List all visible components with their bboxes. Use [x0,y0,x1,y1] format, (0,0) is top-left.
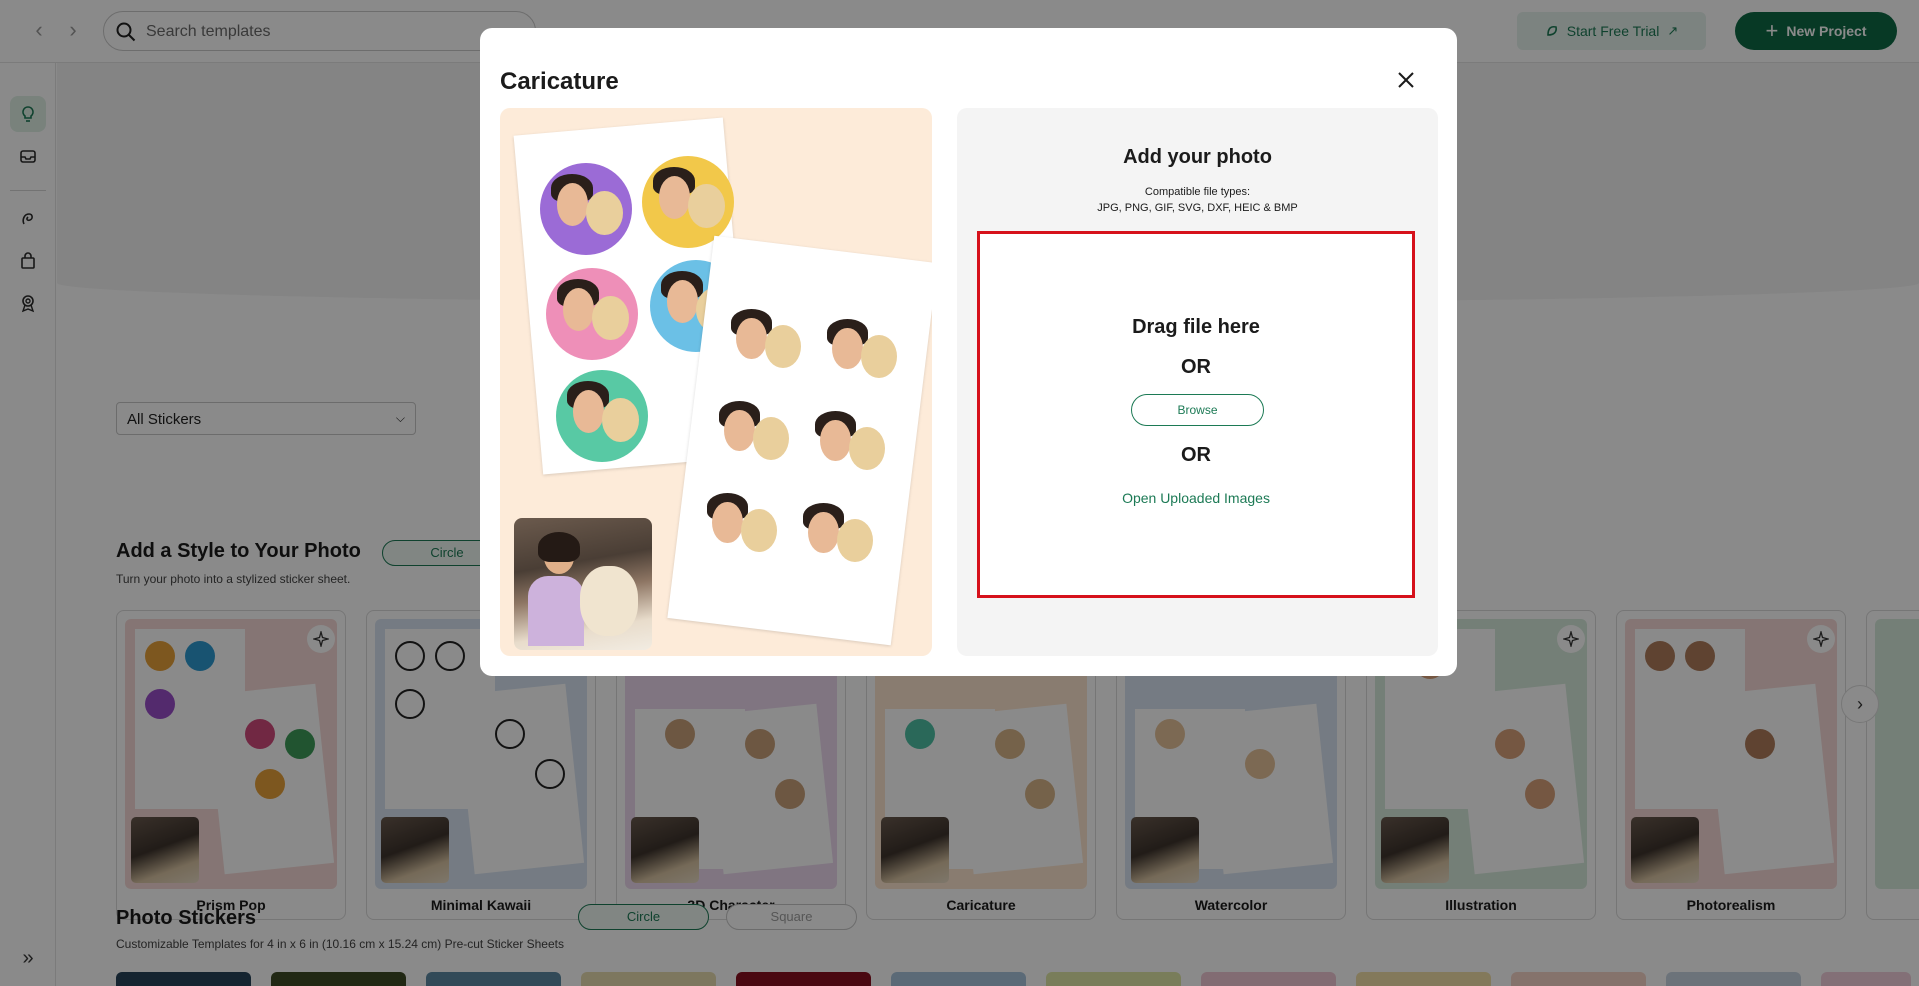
file-dropzone[interactable]: Drag file here OR Browse OR Open Uploade… [977,231,1415,598]
or-divider-text: OR [1181,356,1211,378]
preview-sticker [720,298,810,388]
file-types-list: JPG, PNG, GIF, SVG, DXF, HEIC & BMP [1097,202,1298,214]
open-uploaded-images-link[interactable]: Open Uploaded Images [980,490,1412,506]
original-photo-thumb [514,518,652,650]
or-divider-text: OR [1181,444,1211,466]
preview-sticker [708,390,798,480]
preview-sticker [540,163,632,255]
preview-sticker [556,370,648,462]
browse-button[interactable]: Browse [1131,394,1264,426]
caricature-modal: Caricature Add your photo Compatible fil… [480,28,1457,676]
close-button[interactable] [1390,64,1422,96]
preview-sticker [546,268,638,360]
preview-sticker [804,400,894,490]
drag-file-text: Drag file here [1132,316,1260,338]
file-types-label: Compatible file types: [1144,186,1251,198]
preview-sticker [642,156,734,248]
preview-sticker [816,308,906,398]
style-preview-image [500,108,932,656]
modal-title: Caricature [500,68,619,95]
preview-sticker [792,492,882,582]
upload-panel: Add your photo Compatible file types: JP… [957,108,1438,656]
close-icon [1398,72,1414,88]
upload-title: Add your photo [1123,146,1272,168]
preview-sticker [696,482,786,572]
